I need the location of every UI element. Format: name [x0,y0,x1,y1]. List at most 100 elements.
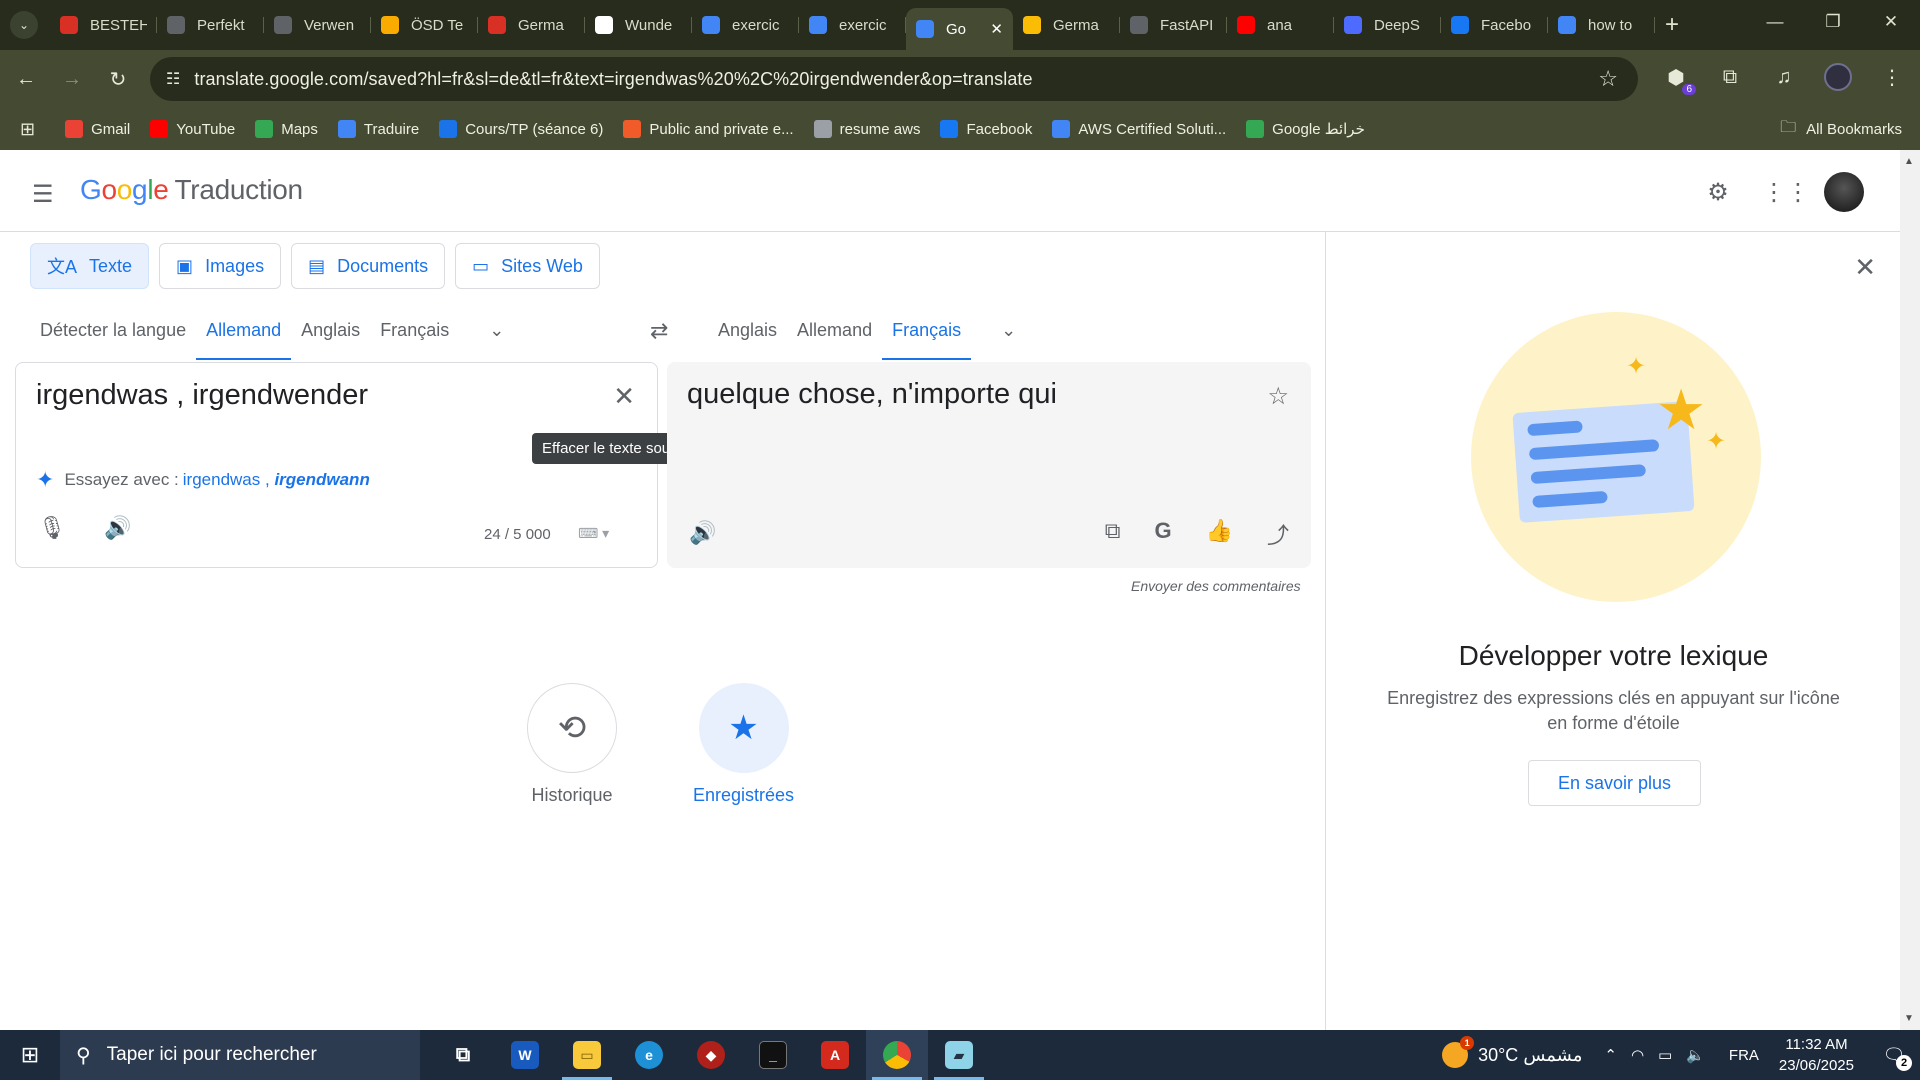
back-button[interactable]: ← [6,59,46,99]
bookmark-item[interactable]: Gmail [65,120,130,138]
tab-search-button[interactable]: ⌄ [10,11,38,39]
target-lang-option[interactable]: Allemand [787,300,882,360]
profile-button[interactable] [1820,59,1856,95]
bookmark-item[interactable]: Facebook [940,120,1032,138]
history-shortcut[interactable]: ⟲ Historique [527,683,617,806]
taskbar-file-explorer[interactable]: ▭ [556,1030,618,1080]
apps-grid-icon[interactable]: ⊞ [20,119,35,140]
settings-gear-icon[interactable]: ⚙ [1700,178,1736,207]
input-language[interactable]: FRA [1729,1047,1759,1064]
show-hidden-icons-icon[interactable]: ⌃ [1604,1046,1617,1064]
target-lang-option[interactable]: Français [882,300,972,360]
windows-start-icon[interactable]: ⊞ [0,1030,60,1080]
battery-icon[interactable]: ▭ [1658,1046,1672,1064]
saved-star-icon[interactable]: ★ [698,683,789,773]
url-text[interactable]: translate.google.com/saved?hl=fr&sl=de&t… [194,69,1032,90]
clock[interactable]: 11:32 AM 23/06/2025 [1779,1034,1854,1076]
taskbar-app-blue[interactable]: ▰ [928,1030,990,1080]
restore-button[interactable]: ❐ [1804,0,1862,44]
browser-tab[interactable]: how to [1548,7,1655,43]
source-lang-option[interactable]: Français [370,300,459,360]
source-lang-option[interactable]: Anglais [291,300,370,360]
site-info-icon[interactable]: ☷ [166,69,180,89]
mode-tab-sites-web[interactable]: ▭ Sites Web [455,243,600,289]
media-control-icon[interactable]: ♫ [1766,59,1802,95]
browser-tab[interactable]: Verwen [264,7,371,43]
wifi-icon[interactable]: ◠ [1631,1046,1644,1064]
bookmark-item[interactable]: Cours/TP (séance 6) [439,120,603,138]
weather-widget[interactable]: 1 30°C مشمس [1442,1036,1582,1068]
all-bookmarks-button[interactable]: 🗀 All Bookmarks [1780,116,1902,143]
google-translate-logo[interactable]: Google Traduction [80,174,303,206]
browser-tab[interactable]: ana [1227,7,1334,43]
address-bar[interactable]: ☷ translate.google.com/saved?hl=fr&sl=de… [150,57,1638,101]
bookmark-item[interactable]: Traduire [337,120,419,138]
bookmark-star-icon[interactable]: ☆ [1598,66,1618,92]
close-window-button[interactable]: ✕ [1862,0,1920,44]
bookmark-item[interactable]: YouTube [150,120,235,138]
source-lang-option[interactable]: Détecter la langue [30,300,196,360]
chevron-down-icon[interactable]: ⌄ [489,320,504,341]
taskbar-edge[interactable]: e [618,1030,680,1080]
taskbar-terminal[interactable]: _ [742,1030,804,1080]
bookmark-item[interactable]: AWS Certified Soluti... [1052,120,1226,138]
listen-source-icon[interactable]: 🔊 [104,515,131,541]
menu-kebab-icon[interactable]: ⋮ [1874,59,1910,95]
swap-languages-icon[interactable]: ⇄ [650,318,668,344]
target-lang-option[interactable]: Anglais [708,300,787,360]
saved-shortcut[interactable]: ★ Enregistrées [693,683,794,806]
task-view-button[interactable]: ⧉ [432,1030,494,1080]
listen-translation-icon[interactable]: 🔊 [689,520,716,546]
mode-tab-images[interactable]: ▣ Images [159,243,282,289]
browser-tab[interactable]: BESTEH [50,7,157,43]
browser-tab[interactable]: Wunde [585,7,692,43]
taskbar-search[interactable]: ⚲ Taper ici pour rechercher [60,1030,420,1080]
send-feedback-link[interactable]: Envoyer des commentaires [1131,578,1301,594]
browser-tab[interactable]: Facebo [1441,7,1548,43]
chevron-down-icon[interactable]: ⌄ [1001,320,1016,341]
browser-tab[interactable]: Germa [1013,7,1120,43]
browser-tab[interactable]: FastAPI [1120,7,1227,43]
account-avatar[interactable] [1824,172,1864,212]
suggestion-link[interactable]: irgendwas , irgendwann [183,470,370,490]
minimize-button[interactable]: — [1746,0,1804,44]
save-translation-star-icon[interactable]: ☆ [1267,382,1289,411]
close-panel-icon[interactable]: ✕ [1854,252,1876,283]
clear-source-icon[interactable]: ✕ [613,381,635,412]
bookmark-item[interactable]: Maps [255,120,318,138]
mode-tab-documents[interactable]: ▤ Documents [291,243,446,289]
volume-icon[interactable]: 🔈 [1686,1046,1705,1064]
keyboard-select-icon[interactable]: ⌨ ▾ [578,525,609,542]
history-icon[interactable]: ⟲ [527,683,617,773]
extensions-puzzle-icon[interactable]: ⧉ [1712,59,1748,95]
taskbar-app-red[interactable]: ◆ [680,1030,742,1080]
reload-button[interactable]: ↻ [98,59,138,99]
browser-tab[interactable]: Germa [478,7,585,43]
google-apps-icon[interactable]: ⋮⋮ [1762,178,1810,207]
taskbar-acrobat[interactable]: A [804,1030,866,1080]
bookmark-item[interactable]: Google خرائط [1246,120,1365,138]
extension-icon[interactable]: ⬢ 6 [1658,59,1696,95]
browser-tab[interactable]: DeepS [1334,7,1441,43]
new-tab-button[interactable]: + [1665,11,1679,39]
bookmark-item[interactable]: resume aws [813,120,920,138]
mode-tab-texte[interactable]: 文A Texte [30,243,150,289]
browser-tab[interactable]: exercic [692,7,799,43]
browser-tab[interactable]: Perfekt [157,7,264,43]
notification-center-icon[interactable]: 🗨 2 [1874,1035,1914,1075]
browser-tab[interactable]: ÖSD Te [371,7,478,43]
close-tab-icon[interactable]: ✕ [990,20,1003,38]
bookmark-item[interactable]: Public and private e... [623,120,794,138]
browser-tab[interactable]: exercic [799,7,906,43]
main-menu-icon[interactable]: ☰ [32,180,54,209]
scroll-up-arrow-icon[interactable]: ▲ [1904,156,1914,167]
rate-translation-icon[interactable]: 👍 [1206,518,1233,550]
browser-tab[interactable]: Go ✕ [906,8,1013,50]
source-lang-option[interactable]: Allemand [196,300,292,360]
page-scrollbar[interactable]: ▲ ▼ [1900,150,1920,1030]
taskbar-chrome[interactable] [866,1030,928,1080]
microphone-icon[interactable]: 🎙 [38,515,66,541]
share-icon[interactable]: ⤴ [1267,518,1289,550]
forward-button[interactable]: → [52,59,92,99]
source-textarea[interactable]: irgendwas , irgendwender [36,379,368,412]
